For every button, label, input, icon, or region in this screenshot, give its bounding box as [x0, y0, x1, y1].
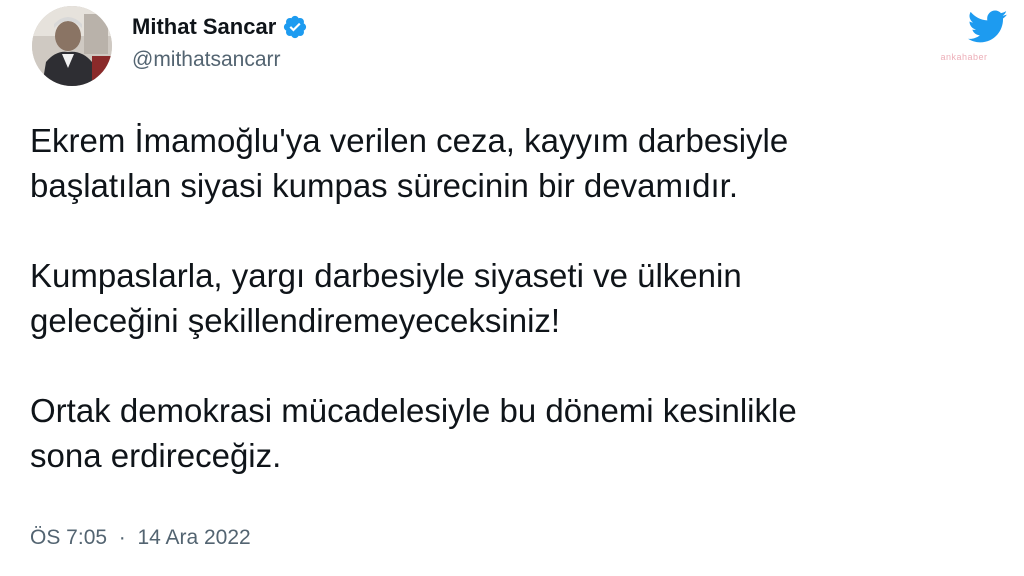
- tweet-date: 14 Ara 2022: [137, 526, 251, 549]
- tweet-timestamp[interactable]: ÖS 7:05 · 14 Ara 2022: [30, 526, 251, 550]
- tweet-body: Ekrem İmamoğlu'ya verilen ceza, kayyım d…: [30, 118, 990, 478]
- verified-badge-icon: [282, 14, 308, 40]
- avatar[interactable]: [32, 6, 112, 86]
- twitter-bird-icon[interactable]: [967, 10, 1008, 44]
- watermark-text: ankahaber: [940, 52, 988, 62]
- tweet-line: sona erdireceğiz.: [30, 437, 282, 474]
- meta-separator: ·: [118, 526, 126, 549]
- tweet-line: Ekrem İmamoğlu'ya verilen ceza, kayyım d…: [30, 122, 789, 159]
- tweet-line: başlatılan siyasi kumpas sürecinin bir d…: [30, 167, 738, 204]
- profile-photo-icon: [32, 6, 112, 86]
- author-display-name[interactable]: Mithat Sancar: [132, 14, 276, 40]
- tweet-line: geleceğini şekillendiremeyeceksiniz!: [30, 302, 561, 339]
- author-name-row: Mithat Sancar: [132, 10, 308, 44]
- tweet-time: ÖS 7:05: [30, 526, 108, 549]
- author-handle[interactable]: @mithatsancarr: [132, 48, 281, 72]
- tweet-line: Kumpaslarla, yargı darbesiyle siyaseti v…: [30, 257, 742, 294]
- tweet-line: Ortak demokrasi mücadelesiyle bu dönemi …: [30, 392, 797, 429]
